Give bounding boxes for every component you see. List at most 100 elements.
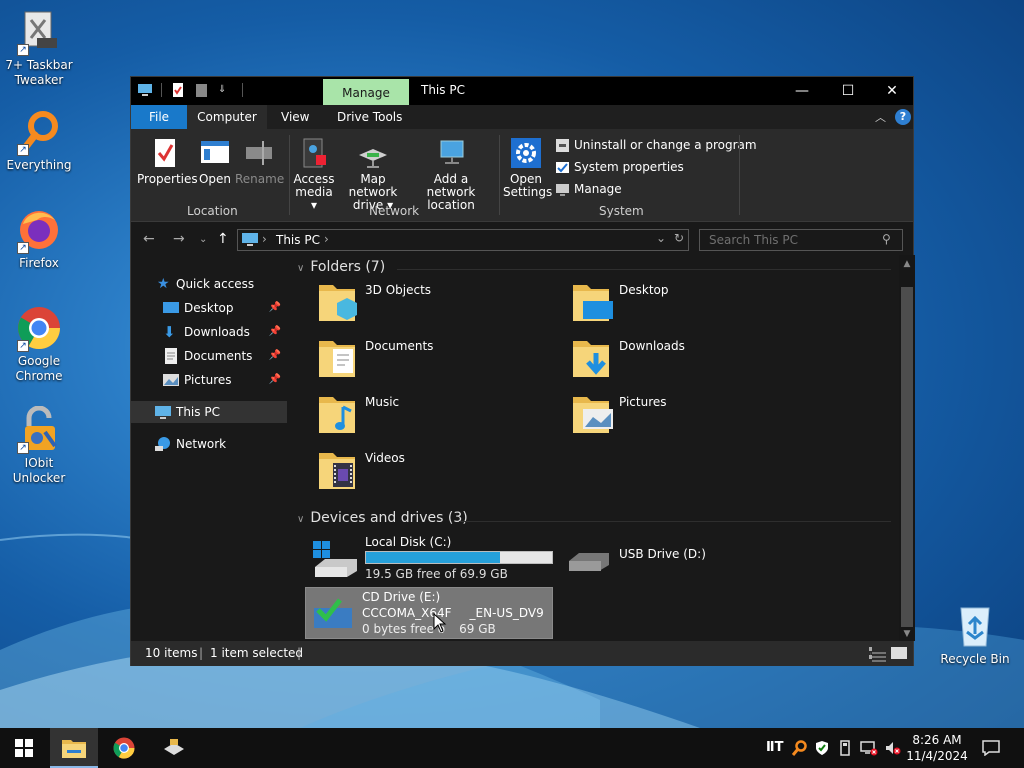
minimize-button[interactable]: — bbox=[779, 77, 825, 105]
minimize-ribbon-icon[interactable]: ︿ bbox=[875, 109, 886, 125]
scroll-up-arrow-icon[interactable]: ▲ bbox=[899, 259, 915, 269]
manage-button[interactable]: Manage bbox=[555, 179, 622, 199]
folder-documents[interactable]: Documents bbox=[309, 333, 549, 383]
desktop-icon-label: Google Chrome bbox=[15, 354, 63, 383]
taskbar-file-explorer[interactable] bbox=[50, 728, 98, 768]
customize-toolbar-icon[interactable]: ⇓ bbox=[218, 82, 234, 98]
desktop-icon-taskbar-tweaker[interactable]: ↗ 7+ Taskbar Tweaker bbox=[1, 8, 77, 88]
folders-section-header[interactable]: ∨ Folders (7) bbox=[297, 259, 385, 275]
scrollbar-thumb[interactable] bbox=[901, 287, 913, 627]
sidebar-item-downloads[interactable]: ⬇ Downloads 📌 bbox=[131, 321, 287, 343]
new-folder-icon[interactable] bbox=[194, 82, 210, 98]
manage-context-tab[interactable]: Manage bbox=[323, 79, 409, 105]
sidebar-item-network[interactable]: Network bbox=[131, 433, 287, 455]
add-network-location-label: Add a network location bbox=[426, 172, 476, 212]
folders-heading: Folders (7) bbox=[310, 259, 386, 275]
tab-file[interactable]: File bbox=[131, 105, 187, 129]
drive-free-space: 0 bytes free o 69 GB bbox=[362, 622, 496, 636]
notifications-icon[interactable] bbox=[982, 740, 1000, 757]
large-icons-view-icon[interactable] bbox=[891, 647, 907, 659]
pin-icon: 📌 bbox=[268, 350, 281, 361]
folder-music[interactable]: Music bbox=[309, 389, 549, 439]
up-button[interactable]: ↑ bbox=[217, 231, 229, 247]
vertical-scrollbar[interactable]: ▲ ▼ bbox=[899, 255, 915, 641]
folder-desktop[interactable]: Desktop bbox=[563, 277, 803, 327]
taskbar-chrome[interactable] bbox=[100, 728, 148, 768]
title-bar[interactable]: ⇓ Manage This PC — ☐ ✕ bbox=[131, 77, 913, 105]
system-properties-label: System properties bbox=[574, 160, 684, 174]
uninstall-program-button[interactable]: Uninstall or change a program bbox=[555, 135, 757, 155]
desktop-icon-iobit-unlocker[interactable]: ↗ IObit Unlocker bbox=[1, 405, 77, 486]
add-network-location-button[interactable]: Add a network location bbox=[411, 137, 491, 212]
everything-tray-icon[interactable] bbox=[790, 740, 808, 756]
desktop-icon-everything[interactable]: ↗ Everything bbox=[1, 108, 77, 173]
free-end: 69 GB bbox=[459, 622, 496, 636]
pin-icon: 📌 bbox=[268, 374, 281, 385]
downloads-folder-icon bbox=[569, 335, 615, 381]
folder-3d-objects[interactable]: 3D Objects bbox=[309, 277, 549, 327]
this-pc-icon bbox=[242, 233, 258, 250]
desktop-icon-recycle-bin[interactable]: Recycle Bin bbox=[937, 602, 1013, 667]
documents-folder-icon bbox=[315, 335, 361, 381]
scroll-down-arrow-icon[interactable]: ▼ bbox=[899, 629, 915, 639]
sidebar-item-this-pc[interactable]: This PC bbox=[131, 401, 287, 423]
text-size-icon[interactable]: ⅡT bbox=[766, 740, 784, 756]
refresh-icon[interactable]: ↻ bbox=[674, 231, 684, 245]
ribbon-divider bbox=[499, 135, 500, 215]
status-divider: | bbox=[297, 646, 302, 660]
section-divider bbox=[397, 269, 891, 270]
rename-icon bbox=[243, 137, 275, 169]
drive-cd-e[interactable]: CD Drive (E:) CCCOMA_X64F _EN-US_DV9 0 by… bbox=[305, 587, 553, 639]
tab-drive-tools[interactable]: Drive Tools bbox=[327, 105, 412, 129]
sidebar-item-pictures[interactable]: Pictures 📌 bbox=[131, 369, 287, 391]
search-box[interactable]: Search This PC ⚲ bbox=[699, 229, 903, 251]
usb-eject-icon[interactable] bbox=[838, 740, 856, 756]
3d-objects-folder-icon bbox=[315, 279, 361, 325]
forward-button[interactable]: → bbox=[173, 231, 185, 247]
security-shield-icon[interactable] bbox=[814, 740, 832, 756]
map-network-drive-button[interactable]: Map network drive ▾ bbox=[337, 137, 409, 212]
sidebar-item-desktop[interactable]: Desktop 📌 bbox=[131, 297, 287, 319]
system-properties-button[interactable]: System properties bbox=[555, 157, 684, 177]
back-button[interactable]: ← bbox=[143, 231, 155, 247]
address-bar[interactable]: › This PC › ⌄ ↻ bbox=[237, 229, 689, 251]
uninstall-label: Uninstall or change a program bbox=[574, 138, 757, 152]
ribbon-divider bbox=[289, 135, 290, 215]
collapse-chevron-icon: ∨ bbox=[297, 263, 305, 274]
address-dropdown-icon[interactable]: ⌄ bbox=[656, 231, 666, 245]
close-button[interactable]: ✕ bbox=[869, 77, 915, 105]
windows-logo-icon bbox=[15, 739, 33, 757]
access-media-button[interactable]: Access media ▾ bbox=[293, 137, 335, 212]
open-button[interactable]: Open bbox=[197, 137, 233, 186]
taskbar-app[interactable] bbox=[150, 728, 198, 768]
folder-downloads[interactable]: Downloads bbox=[563, 333, 803, 383]
desktop-icon-chrome[interactable]: ↗ Google Chrome bbox=[1, 304, 77, 384]
recent-locations-button[interactable]: ⌄ bbox=[199, 234, 207, 245]
sidebar-item-documents[interactable]: Documents 📌 bbox=[131, 345, 287, 367]
details-view-icon[interactable] bbox=[869, 647, 886, 662]
folder-pictures[interactable]: Pictures bbox=[563, 389, 803, 439]
maximize-button[interactable]: ☐ bbox=[825, 77, 871, 105]
desktop-icon-firefox[interactable]: ↗ Firefox bbox=[1, 206, 77, 271]
help-icon[interactable]: ? bbox=[895, 109, 911, 125]
start-button[interactable] bbox=[0, 728, 48, 768]
volume-muted-icon[interactable] bbox=[884, 740, 902, 756]
drives-section-header[interactable]: ∨ Devices and drives (3) bbox=[297, 510, 468, 526]
open-settings-button[interactable]: Open Settings bbox=[503, 137, 552, 199]
network-drive-icon bbox=[357, 137, 389, 169]
folder-videos[interactable]: Videos bbox=[309, 445, 549, 495]
tab-computer[interactable]: Computer bbox=[187, 105, 267, 129]
sidebar-item-quick-access[interactable]: ★ Quick access bbox=[131, 273, 287, 295]
properties-button[interactable]: Properties bbox=[137, 137, 198, 186]
sidebar-item-label: Network bbox=[176, 437, 227, 451]
network-disconnected-icon[interactable] bbox=[860, 740, 878, 756]
usb-drive-icon bbox=[565, 547, 613, 580]
search-placeholder: Search This PC bbox=[709, 233, 798, 247]
tab-view[interactable]: View bbox=[271, 105, 319, 129]
drive-usage-fill bbox=[366, 552, 500, 563]
properties-icon[interactable] bbox=[170, 82, 186, 98]
drive-local-disk-c[interactable]: Local Disk (C:) 19.5 GB free of 69.9 GB bbox=[309, 533, 557, 585]
drive-usb-d[interactable]: USB Drive (D:) bbox=[563, 533, 811, 585]
rename-button[interactable]: Rename bbox=[235, 137, 284, 186]
system-clock[interactable]: 8:26 AM 11/4/2024 bbox=[904, 732, 970, 764]
